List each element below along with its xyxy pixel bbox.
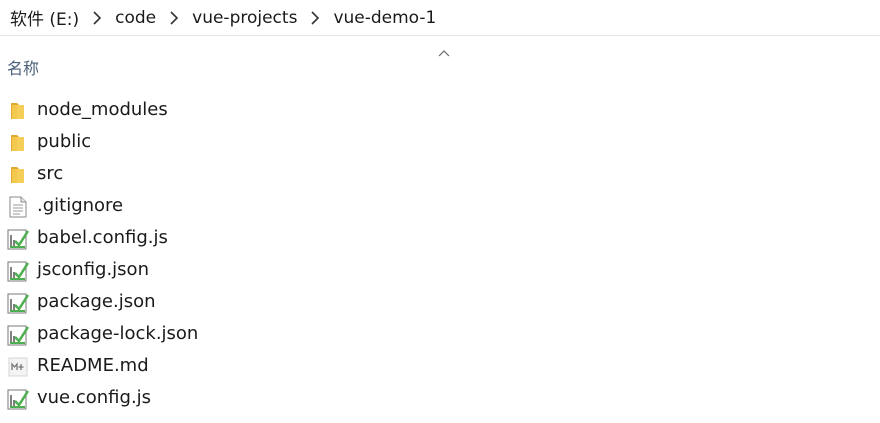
list-item[interactable]: README.md [0, 350, 880, 382]
script-file-icon [6, 259, 30, 283]
file-name: jsconfig.json [37, 259, 149, 280]
list-item[interactable]: public [0, 126, 880, 158]
chevron-right-icon[interactable] [162, 8, 186, 28]
list-item[interactable]: vue.config.js [0, 382, 880, 414]
script-file-icon [6, 291, 30, 315]
file-name: vue.config.js [37, 387, 152, 408]
list-item[interactable]: node_modules [0, 94, 880, 126]
list-item[interactable]: babel.config.js [0, 222, 880, 254]
file-name: README.md [37, 355, 149, 376]
file-name: package-lock.json [37, 323, 199, 344]
chevron-up-icon [437, 43, 451, 57]
file-list: node_modules public src .gitignore babel… [0, 94, 880, 414]
list-item[interactable]: jsconfig.json [0, 254, 880, 286]
breadcrumb-vue-demo-1[interactable]: vue-demo-1 [333, 8, 436, 28]
breadcrumb-drive-e[interactable]: 软件 (E:) [10, 5, 79, 30]
breadcrumb-code[interactable]: code [115, 8, 156, 28]
folder-icon [6, 131, 30, 155]
file-name: public [37, 131, 92, 152]
chevron-right-icon[interactable] [303, 8, 327, 28]
breadcrumb: 软件 (E:) code vue-projects vue-demo-1 [0, 0, 880, 36]
markdown-file-icon [6, 355, 30, 379]
breadcrumb-vue-projects[interactable]: vue-projects [192, 8, 297, 28]
file-name: babel.config.js [37, 227, 168, 248]
chevron-right-icon[interactable] [85, 8, 109, 28]
script-file-icon [6, 227, 30, 251]
list-item[interactable]: package.json [0, 286, 880, 318]
script-file-icon [6, 387, 30, 411]
column-header: 名称 [0, 38, 880, 88]
file-explorer-window: 软件 (E:) code vue-projects vue-demo-1 名称 [0, 0, 880, 423]
list-item[interactable]: package-lock.json [0, 318, 880, 350]
file-name: package.json [37, 291, 156, 312]
script-file-icon [6, 323, 30, 347]
file-name: src [37, 163, 64, 184]
list-item[interactable]: .gitignore [0, 190, 880, 222]
list-item[interactable]: src [0, 158, 880, 190]
file-name: .gitignore [37, 195, 124, 216]
file-name: node_modules [37, 99, 168, 120]
text-file-icon [6, 195, 30, 219]
folder-icon [6, 163, 30, 187]
column-header-name[interactable]: 名称 [7, 55, 39, 79]
folder-icon [6, 99, 30, 123]
